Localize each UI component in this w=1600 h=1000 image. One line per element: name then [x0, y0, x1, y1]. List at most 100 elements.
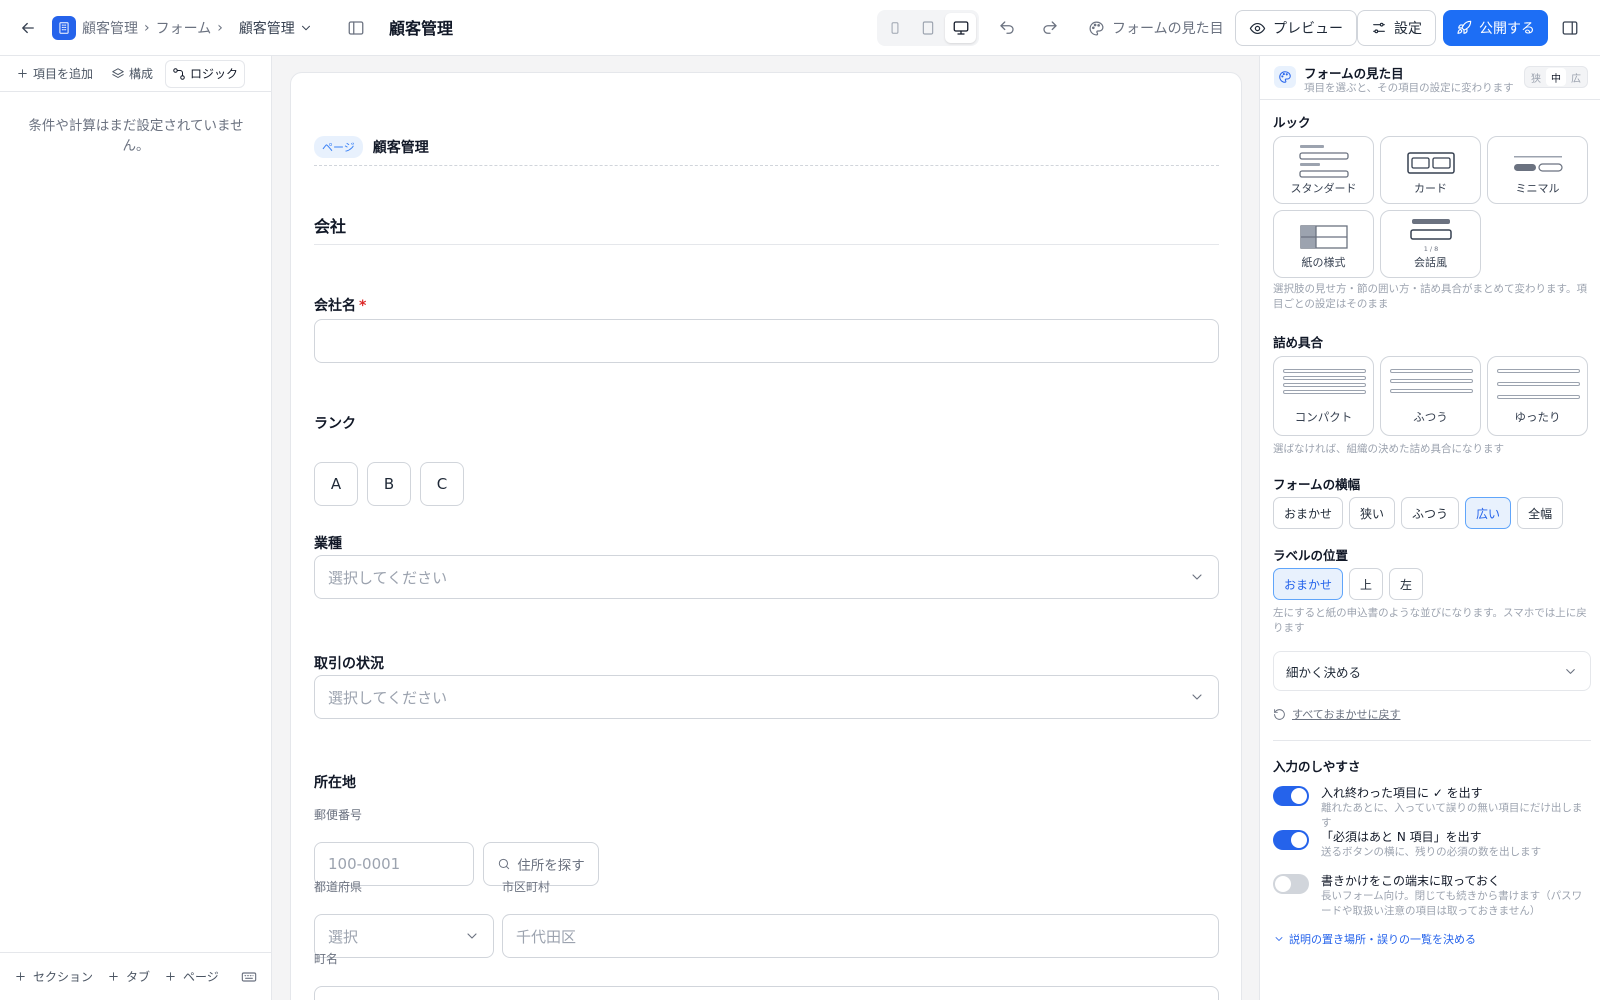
look-standard[interactable]: スタンダード: [1273, 136, 1374, 204]
device-mobile-button[interactable]: [880, 13, 911, 43]
rank-option-a[interactable]: A: [314, 462, 358, 506]
rank-label[interactable]: ランク: [314, 413, 356, 433]
look-conversational-thumb-icon: 1 / 8: [1409, 219, 1452, 253]
density-compact[interactable]: コンパクト: [1273, 356, 1374, 436]
density-compact-label: コンパクト: [1294, 410, 1353, 424]
look-minimal[interactable]: ミニマル: [1487, 136, 1588, 204]
add-section-label: セクション: [33, 970, 94, 984]
width-wide[interactable]: 広い: [1465, 497, 1512, 529]
plus-icon: [109, 972, 118, 981]
look-conversational-label: 会話風: [1414, 256, 1447, 269]
back-button[interactable]: [16, 16, 40, 40]
city-placeholder: 千代田区: [516, 927, 577, 946]
label-position-auto[interactable]: おまかせ: [1273, 568, 1344, 600]
more-settings-link[interactable]: 説明の置き場所・誤りの一覧を決める: [1273, 931, 1476, 947]
panel-width-wide[interactable]: 広: [1566, 68, 1586, 86]
rank-options: A B C: [314, 462, 464, 506]
breadcrumb-current-dropdown[interactable]: 顧客管理: [239, 18, 313, 38]
device-desktop-button[interactable]: [945, 13, 977, 43]
company-name-label[interactable]: 会社名 *: [314, 295, 366, 315]
form-card: ページ 顧客管理 会社 会社名 * ランク A B C 業種 選択してください 取…: [290, 72, 1242, 1000]
add-tab-button[interactable]: タブ: [107, 968, 150, 985]
right-panel-toggle[interactable]: [1558, 16, 1582, 40]
width-auto[interactable]: おまかせ: [1273, 497, 1344, 529]
palette-icon: [1274, 66, 1296, 88]
look-card[interactable]: カード: [1380, 136, 1481, 204]
width-options: おまかせ 狭い ふつう 広い 全幅: [1273, 497, 1564, 529]
remaining-required-toggle-title: 「必須はあと N 項目」を出す: [1321, 830, 1482, 844]
address-search-label: 住所を探す: [517, 858, 585, 874]
chevron-right-icon: ›: [144, 20, 150, 36]
settings-button[interactable]: 設定: [1357, 10, 1436, 46]
tab-structure[interactable]: 構成: [105, 60, 159, 88]
breadcrumb-forms[interactable]: フォーム: [156, 18, 212, 38]
undo-button[interactable]: [995, 16, 1019, 40]
save-draft-toggle[interactable]: [1273, 874, 1309, 894]
redo-icon: [1043, 21, 1057, 34]
redo-button[interactable]: [1038, 16, 1062, 40]
tab-add-item[interactable]: 項目を追加: [10, 60, 99, 88]
publish-button[interactable]: 公開する: [1443, 10, 1548, 46]
chevron-down-icon: [1566, 668, 1575, 674]
rank-option-b[interactable]: B: [367, 462, 411, 506]
label-position-hint: 左にすると紙の申込書のような並びになります。スマホでは上に戻ります: [1273, 607, 1587, 634]
app-logo-icon: [52, 16, 76, 40]
town-input[interactable]: [314, 986, 1219, 1000]
checkmark-toggle-desc: 離れたあとに、入っていて誤りの無い項目にだけ出します: [1321, 802, 1583, 829]
panel-width-narrow[interactable]: 狭: [1526, 68, 1546, 86]
preview-button[interactable]: プレビュー: [1235, 10, 1357, 46]
mobile-icon: [891, 22, 899, 34]
left-footer: セクション タブ ページ: [0, 952, 271, 1000]
remaining-required-toggle-desc: 送るボタンの横に、残りの必須の数を出します: [1321, 846, 1542, 858]
look-minimal-thumb-icon: [1513, 156, 1563, 172]
detail-settings-select[interactable]: 細かく決める: [1273, 651, 1591, 691]
prefecture-select[interactable]: 選択: [314, 914, 494, 958]
address-label[interactable]: 所在地: [314, 772, 356, 792]
look-paper-label: 紙の様式: [1301, 256, 1346, 269]
width-full[interactable]: 全幅: [1517, 497, 1564, 529]
density-compact-thumb-icon: [1283, 369, 1366, 394]
density-normal[interactable]: ふつう: [1380, 356, 1481, 436]
density-relaxed[interactable]: ゆったり: [1487, 356, 1588, 436]
tab-add-item-label: 項目を追加: [33, 67, 94, 81]
checkmark-toggle[interactable]: [1273, 786, 1309, 806]
label-position-top[interactable]: 上: [1349, 568, 1384, 600]
city-input[interactable]: 千代田区: [502, 914, 1219, 958]
section-title[interactable]: 会社: [314, 213, 1219, 245]
search-icon: [499, 858, 510, 870]
label-position-left[interactable]: 左: [1389, 568, 1424, 600]
zip-label: 郵便番号: [314, 808, 363, 822]
add-section-button[interactable]: セクション: [14, 968, 93, 985]
left-panel-toggle[interactable]: [344, 16, 368, 40]
keyboard-shortcuts-button[interactable]: [241, 969, 257, 985]
tab-logic[interactable]: ロジック: [165, 59, 246, 88]
look-paper[interactable]: 紙の様式: [1273, 210, 1374, 278]
deal-status-select[interactable]: 選択してください: [314, 675, 1219, 719]
panel-width-medium[interactable]: 中: [1546, 68, 1566, 86]
appearance-label: フォームの見た目: [1112, 21, 1224, 37]
page-header[interactable]: ページ 顧客管理: [314, 135, 1219, 166]
width-narrow[interactable]: 狭い: [1349, 497, 1396, 529]
device-switcher: [877, 10, 979, 46]
label-position-options: おまかせ 上 左: [1273, 568, 1424, 600]
company-name-input[interactable]: [314, 319, 1219, 363]
appearance-button[interactable]: フォームの見た目: [1088, 16, 1224, 40]
reset-all-link[interactable]: すべておまかせに戻す: [1273, 706, 1400, 722]
breadcrumb-app[interactable]: 顧客管理: [82, 18, 138, 38]
industry-label[interactable]: 業種: [314, 533, 342, 553]
palette-icon: [1089, 21, 1104, 35]
add-page-button[interactable]: ページ: [164, 968, 219, 985]
left-sidebar: 項目を追加 構成 ロジック 条件や計算はまだ設定されていません。 セクション タ…: [0, 56, 272, 1000]
device-tablet-button[interactable]: [913, 13, 944, 43]
sidebar-left-icon: [348, 21, 364, 35]
chevron-down-icon: [1192, 574, 1202, 580]
rank-option-c[interactable]: C: [420, 462, 464, 506]
width-normal[interactable]: ふつう: [1401, 497, 1460, 529]
deal-status-label[interactable]: 取引の状況: [314, 653, 384, 673]
tablet-icon: [922, 21, 934, 35]
eye-icon: [1249, 22, 1266, 34]
remaining-required-toggle[interactable]: [1273, 830, 1309, 850]
density-normal-thumb-icon: [1390, 369, 1473, 393]
industry-select[interactable]: 選択してください: [314, 555, 1219, 599]
look-conversational[interactable]: 1 / 8 会話風: [1380, 210, 1481, 278]
